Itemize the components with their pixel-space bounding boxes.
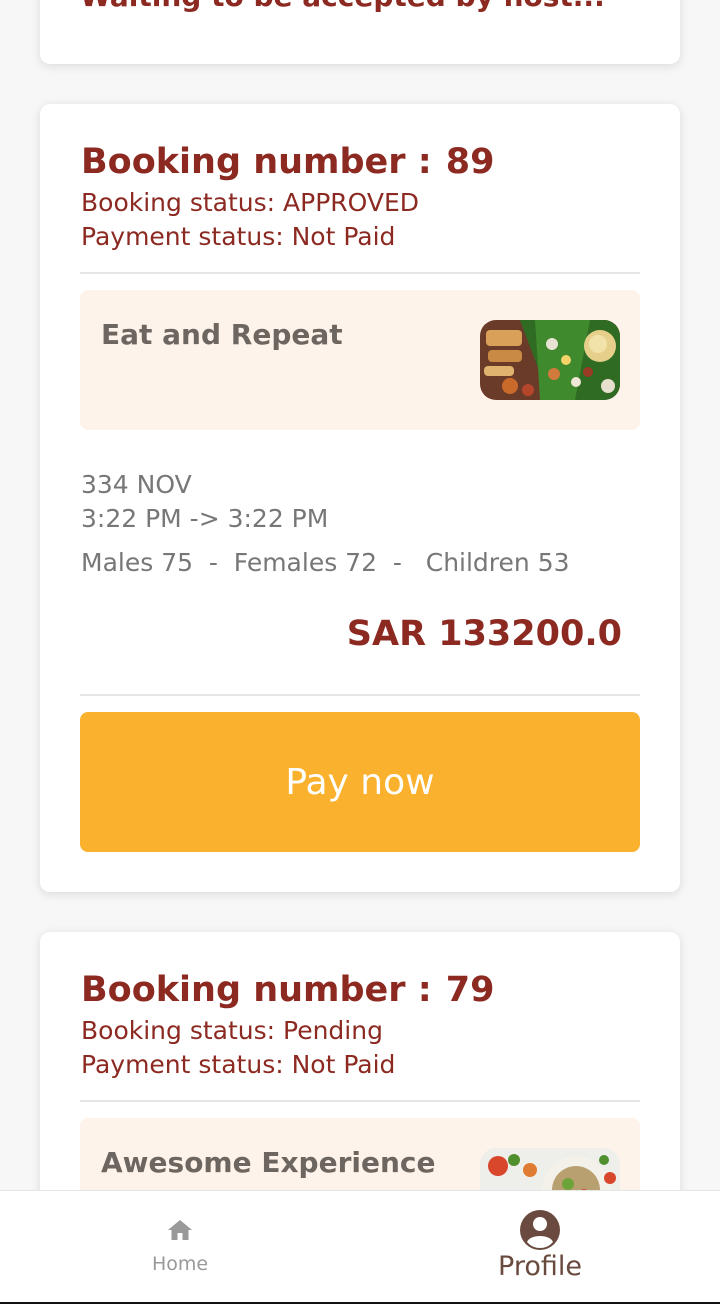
nav-home-label: Home bbox=[151, 1253, 209, 1275]
divider bbox=[80, 694, 640, 696]
divider bbox=[80, 1100, 640, 1102]
experience-title: Eat and Repeat bbox=[101, 318, 343, 351]
experience-summary[interactable]: Awesome Experience bbox=[80, 1118, 640, 1190]
booking-number-heading: Booking number : 89 bbox=[81, 142, 494, 182]
experience-title: Awesome Experience bbox=[101, 1146, 436, 1179]
booking-number-label: Booking number : bbox=[81, 970, 432, 1010]
booking-date: 334 NOV bbox=[81, 470, 192, 499]
booking-card: Booking number : 89 Booking status: APPRO… bbox=[40, 104, 680, 892]
booking-number-label: Booking number : bbox=[81, 142, 432, 182]
payment-status: Payment status: Not Paid bbox=[81, 1050, 396, 1079]
booking-number-heading: Booking number : 79 bbox=[81, 970, 494, 1010]
nav-home[interactable]: Home bbox=[120, 1191, 240, 1303]
waiting-status-text: Waiting to be accepted by host... bbox=[80, 0, 605, 13]
bottom-navigation: Home Profile bbox=[0, 1190, 720, 1303]
payment-status: Payment status: Not Paid bbox=[81, 222, 396, 251]
guest-counts: Males 75 - Females 72 - Children 53 bbox=[81, 548, 570, 577]
experience-thumbnail bbox=[480, 1148, 620, 1190]
booking-number-value: 89 bbox=[445, 142, 495, 182]
divider bbox=[80, 272, 640, 274]
nav-profile-label: Profile bbox=[498, 1251, 582, 1282]
pay-now-button[interactable]: Pay now bbox=[80, 712, 640, 852]
booking-number-value: 79 bbox=[445, 970, 495, 1010]
booking-card-previous: Waiting to be accepted by host... bbox=[40, 0, 680, 64]
account-circle-icon bbox=[520, 1210, 560, 1250]
booking-status: Booking status: APPROVED bbox=[81, 188, 420, 217]
experience-thumbnail bbox=[480, 320, 620, 400]
nav-profile[interactable]: Profile bbox=[470, 1191, 610, 1303]
bookings-list[interactable]: Waiting to be accepted by host... Bookin… bbox=[0, 0, 720, 1190]
home-icon bbox=[168, 1220, 192, 1240]
booking-card: Booking number : 79 Booking status: Pendi… bbox=[40, 932, 680, 1190]
booking-time-range: 3:22 PM -> 3:22 PM bbox=[81, 504, 329, 533]
booking-status: Booking status: Pending bbox=[81, 1016, 383, 1045]
experience-summary[interactable]: Eat and Repeat bbox=[80, 290, 640, 430]
booking-price: SAR 133200.0 bbox=[346, 614, 622, 654]
